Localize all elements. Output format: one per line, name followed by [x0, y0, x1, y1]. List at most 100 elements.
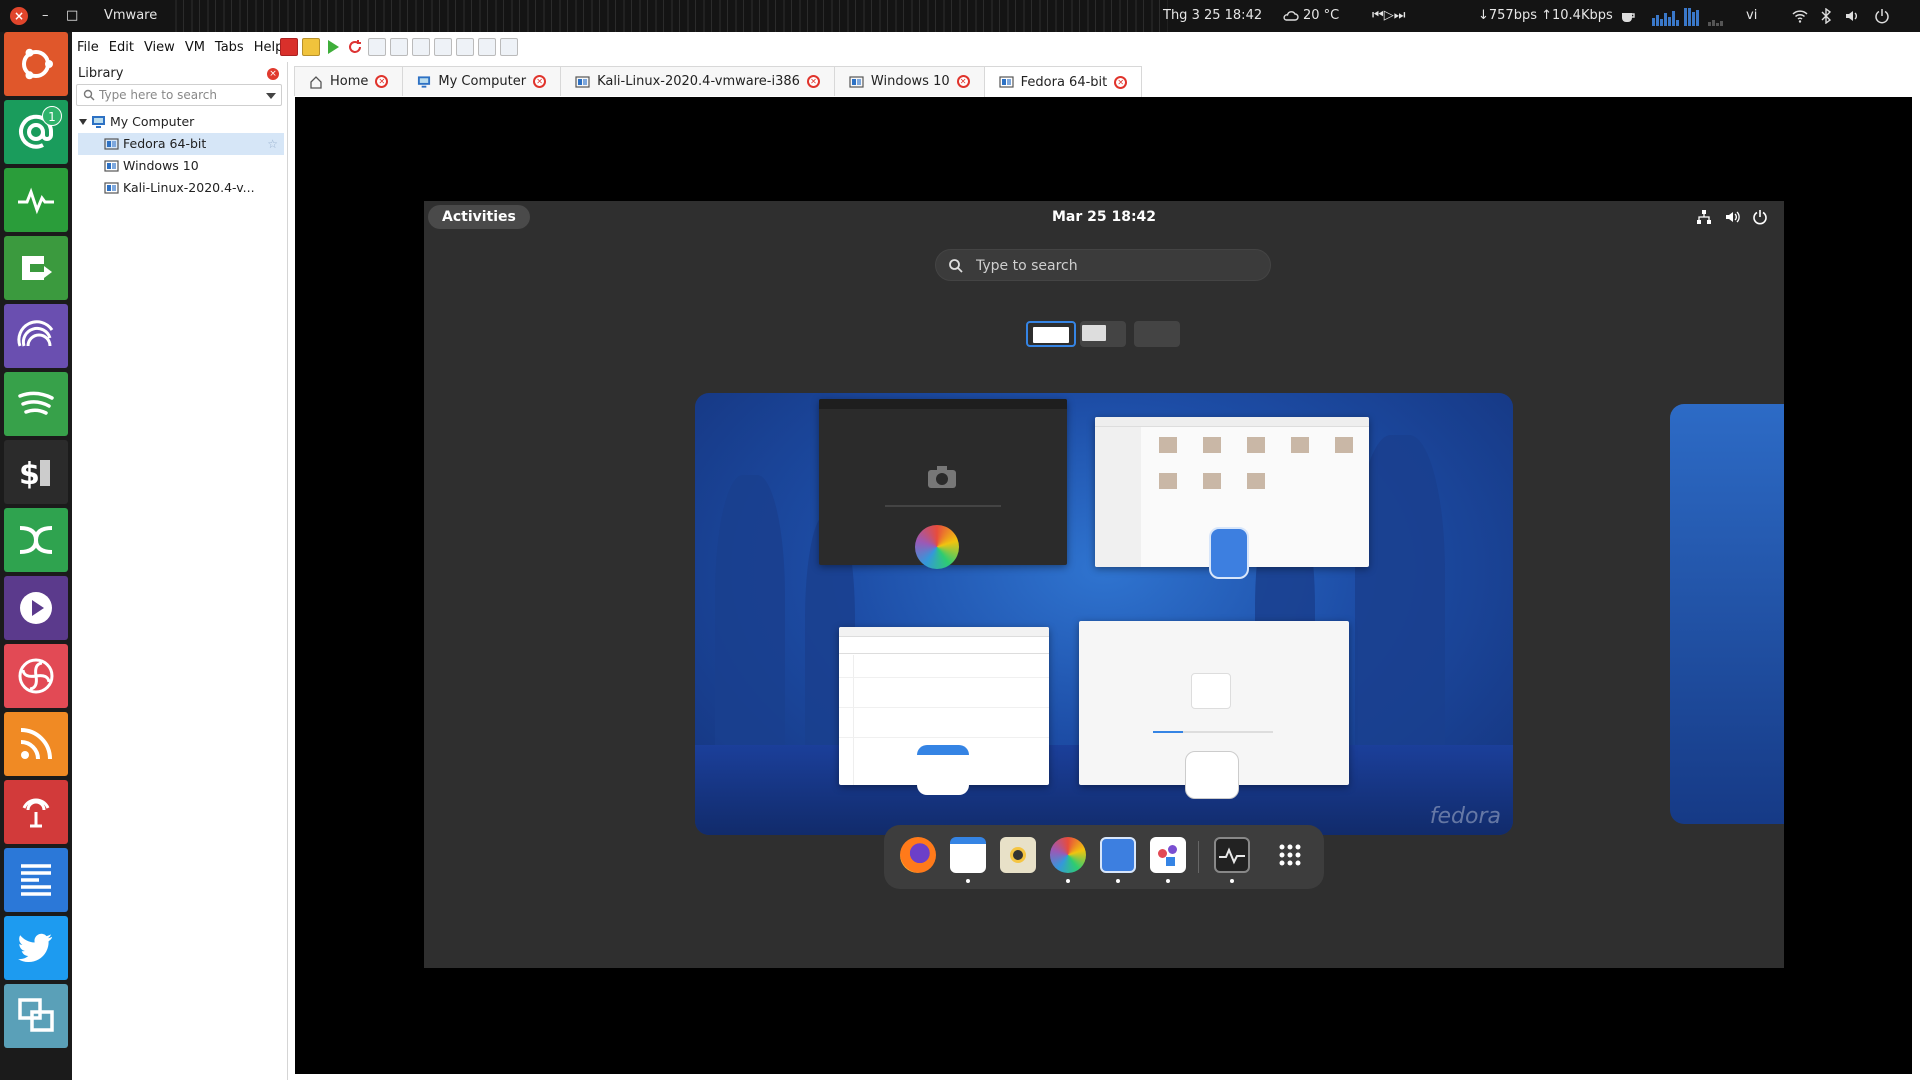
- workspace-thumbnail-2[interactable]: [1080, 321, 1126, 347]
- menu-tabs[interactable]: Tabs: [210, 36, 249, 60]
- menu-file[interactable]: File: [72, 36, 104, 60]
- spotify-icon: [18, 391, 54, 415]
- photos-app-icon: [915, 525, 959, 569]
- weather-text[interactable]: 20 °C: [1303, 0, 1339, 32]
- network-speed: ↓757bps ↑10.4Kbps: [1478, 8, 1613, 23]
- launcher-spotify[interactable]: [4, 372, 68, 436]
- tab-close-icon[interactable]: ✕: [533, 75, 547, 88]
- launcher-virtual-manager[interactable]: [4, 984, 68, 1048]
- rss-icon: [20, 728, 52, 760]
- network-icon[interactable]: [1696, 209, 1712, 225]
- coffee-icon[interactable]: [1620, 8, 1636, 24]
- workspace-thumbnail-1[interactable]: [1026, 321, 1076, 347]
- launcher-crossover[interactable]: [4, 508, 68, 572]
- show-library-button[interactable]: [434, 38, 452, 56]
- dash-calendar[interactable]: [950, 837, 986, 873]
- active-workspace[interactable]: fedora: [695, 393, 1513, 835]
- library-search-input[interactable]: [99, 86, 259, 104]
- fullscreen-button[interactable]: [478, 38, 496, 56]
- volume-icon[interactable]: [1844, 8, 1860, 24]
- tab-label: Fedora 64-bit: [1020, 74, 1108, 90]
- suspend-button[interactable]: [302, 38, 320, 56]
- dash-photos[interactable]: [1050, 837, 1086, 873]
- wifi-icon[interactable]: [1792, 8, 1808, 24]
- launcher-update[interactable]: [4, 236, 68, 300]
- tree-item-label: Windows 10: [123, 158, 199, 173]
- gnome-clock[interactable]: Mar 25 18:42: [424, 201, 1784, 233]
- camera-icon: [928, 466, 956, 488]
- power-on-button[interactable]: [324, 38, 342, 56]
- launcher-system-monitor[interactable]: [4, 168, 68, 232]
- unity-button[interactable]: [500, 38, 518, 56]
- snapshot-button[interactable]: [368, 38, 386, 56]
- snapshot-manager-button[interactable]: [412, 38, 430, 56]
- vm-icon: [575, 75, 590, 88]
- tab-kali[interactable]: Kali-Linux-2020.4-vmware-i386 ✕: [560, 66, 835, 96]
- tab-fedora[interactable]: Fedora 64-bit ✕: [983, 66, 1143, 97]
- volume-icon[interactable]: [1724, 209, 1740, 225]
- tree-item-fedora[interactable]: Fedora 64-bit ☆: [78, 133, 284, 155]
- next-workspace-peek[interactable]: [1670, 404, 1784, 824]
- home-icon: [310, 75, 322, 89]
- launcher-twitter[interactable]: [4, 916, 68, 980]
- maximize-icon[interactable]: □: [66, 0, 78, 32]
- overview-search-input[interactable]: [976, 256, 1256, 276]
- dash-firefox[interactable]: [900, 837, 936, 873]
- menu-vm[interactable]: VM: [180, 36, 210, 60]
- dash-software[interactable]: [1150, 837, 1186, 873]
- revert-snapshot-button[interactable]: [390, 38, 408, 56]
- fan-icon: [18, 658, 54, 694]
- tab-close-icon[interactable]: ✕: [956, 75, 970, 88]
- crossover-icon: [19, 526, 53, 554]
- disk-meter: [1708, 6, 1723, 26]
- launcher-terminal-money[interactable]: $: [4, 440, 68, 504]
- menu-edit[interactable]: Edit: [104, 36, 139, 60]
- launcher-text-editor[interactable]: [4, 848, 68, 912]
- chevron-down-icon[interactable]: [266, 93, 276, 99]
- tab-home[interactable]: Home ✕: [294, 66, 404, 96]
- panel-clock[interactable]: Thg 3 25 18:42: [1163, 0, 1262, 32]
- panel-decoration: [168, 0, 1168, 32]
- launcher-audio-waves[interactable]: [4, 304, 68, 368]
- tab-close-icon[interactable]: ✕: [1114, 75, 1128, 89]
- power-off-button[interactable]: [280, 38, 298, 56]
- tab-windows[interactable]: Windows 10 ✕: [833, 66, 985, 96]
- dash-system-monitor[interactable]: [1214, 837, 1250, 873]
- guest-screen[interactable]: Activities Mar 25 18:42 fedora: [424, 201, 1784, 968]
- dash-files[interactable]: [1100, 837, 1136, 873]
- launcher-ubuntu[interactable]: [4, 32, 68, 96]
- bluetooth-icon[interactable]: [1818, 8, 1834, 24]
- gnome-top-bar: Activities Mar 25 18:42: [424, 201, 1784, 233]
- language-indicator[interactable]: vi: [1746, 0, 1757, 32]
- workspace-thumbnail-3[interactable]: [1134, 321, 1180, 347]
- launcher-remote[interactable]: [4, 780, 68, 844]
- tab-my-computer[interactable]: My Computer ✕: [402, 66, 562, 96]
- reset-button[interactable]: [346, 38, 364, 56]
- refresh-icon: [349, 40, 361, 53]
- tree-root[interactable]: My Computer: [78, 111, 284, 133]
- thumbnail-bar-button[interactable]: [456, 38, 474, 56]
- tree-item-kali[interactable]: Kali-Linux-2020.4-v...: [78, 177, 284, 199]
- dash-rhythmbox[interactable]: [1000, 837, 1036, 873]
- launcher-media-player[interactable]: [4, 576, 68, 640]
- tree-item-windows[interactable]: Windows 10: [78, 155, 284, 177]
- library-close-button[interactable]: ×: [267, 68, 279, 80]
- vm-icon: [104, 182, 119, 194]
- star-icon[interactable]: ☆: [267, 133, 278, 155]
- media-controls[interactable]: ⏮▷⏭: [1372, 0, 1405, 32]
- vm-console[interactable]: Activities Mar 25 18:42 fedora: [295, 97, 1912, 1074]
- close-icon[interactable]: ×: [10, 7, 28, 25]
- power-icon[interactable]: [1874, 8, 1890, 24]
- power-icon[interactable]: [1752, 209, 1768, 225]
- tab-label: My Computer: [438, 74, 527, 89]
- expand-triangle-icon[interactable]: [78, 117, 88, 127]
- launcher-rss[interactable]: [4, 712, 68, 776]
- menu-view[interactable]: View: [139, 36, 180, 60]
- launcher-fan[interactable]: [4, 644, 68, 708]
- dash-show-apps[interactable]: [1272, 837, 1308, 873]
- vm-icon: [104, 160, 119, 172]
- tab-close-icon[interactable]: ✕: [806, 75, 820, 88]
- launcher-mail[interactable]: 1: [4, 100, 68, 164]
- minimize-icon[interactable]: –: [42, 0, 49, 32]
- tab-close-icon[interactable]: ✕: [375, 75, 389, 88]
